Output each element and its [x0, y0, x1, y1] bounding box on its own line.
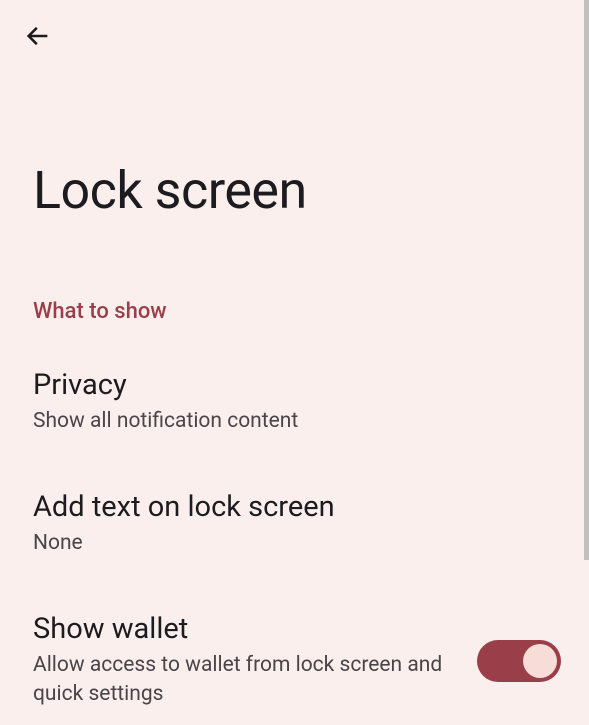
- setting-addtext-title: Add text on lock screen: [33, 490, 556, 524]
- setting-wallet-subtitle: Allow access to wallet from lock screen …: [33, 651, 453, 710]
- setting-privacy-title: Privacy: [33, 368, 556, 402]
- back-button[interactable]: [22, 22, 54, 54]
- setting-item-add-text[interactable]: Add text on lock screen None: [33, 490, 556, 558]
- setting-privacy-subtitle: Show all notification content: [33, 407, 453, 436]
- scrollbar[interactable]: [584, 0, 589, 560]
- arrow-back-icon: [24, 22, 52, 54]
- toggle-thumb: [523, 644, 557, 678]
- page-title: Lock screen: [33, 160, 307, 221]
- section-header-what-to-show: What to show: [33, 299, 167, 324]
- setting-wallet-title: Show wallet: [33, 612, 556, 646]
- toggle-show-wallet[interactable]: [477, 640, 561, 682]
- setting-addtext-subtitle: None: [33, 529, 453, 558]
- setting-item-privacy[interactable]: Privacy Show all notification content: [33, 368, 556, 436]
